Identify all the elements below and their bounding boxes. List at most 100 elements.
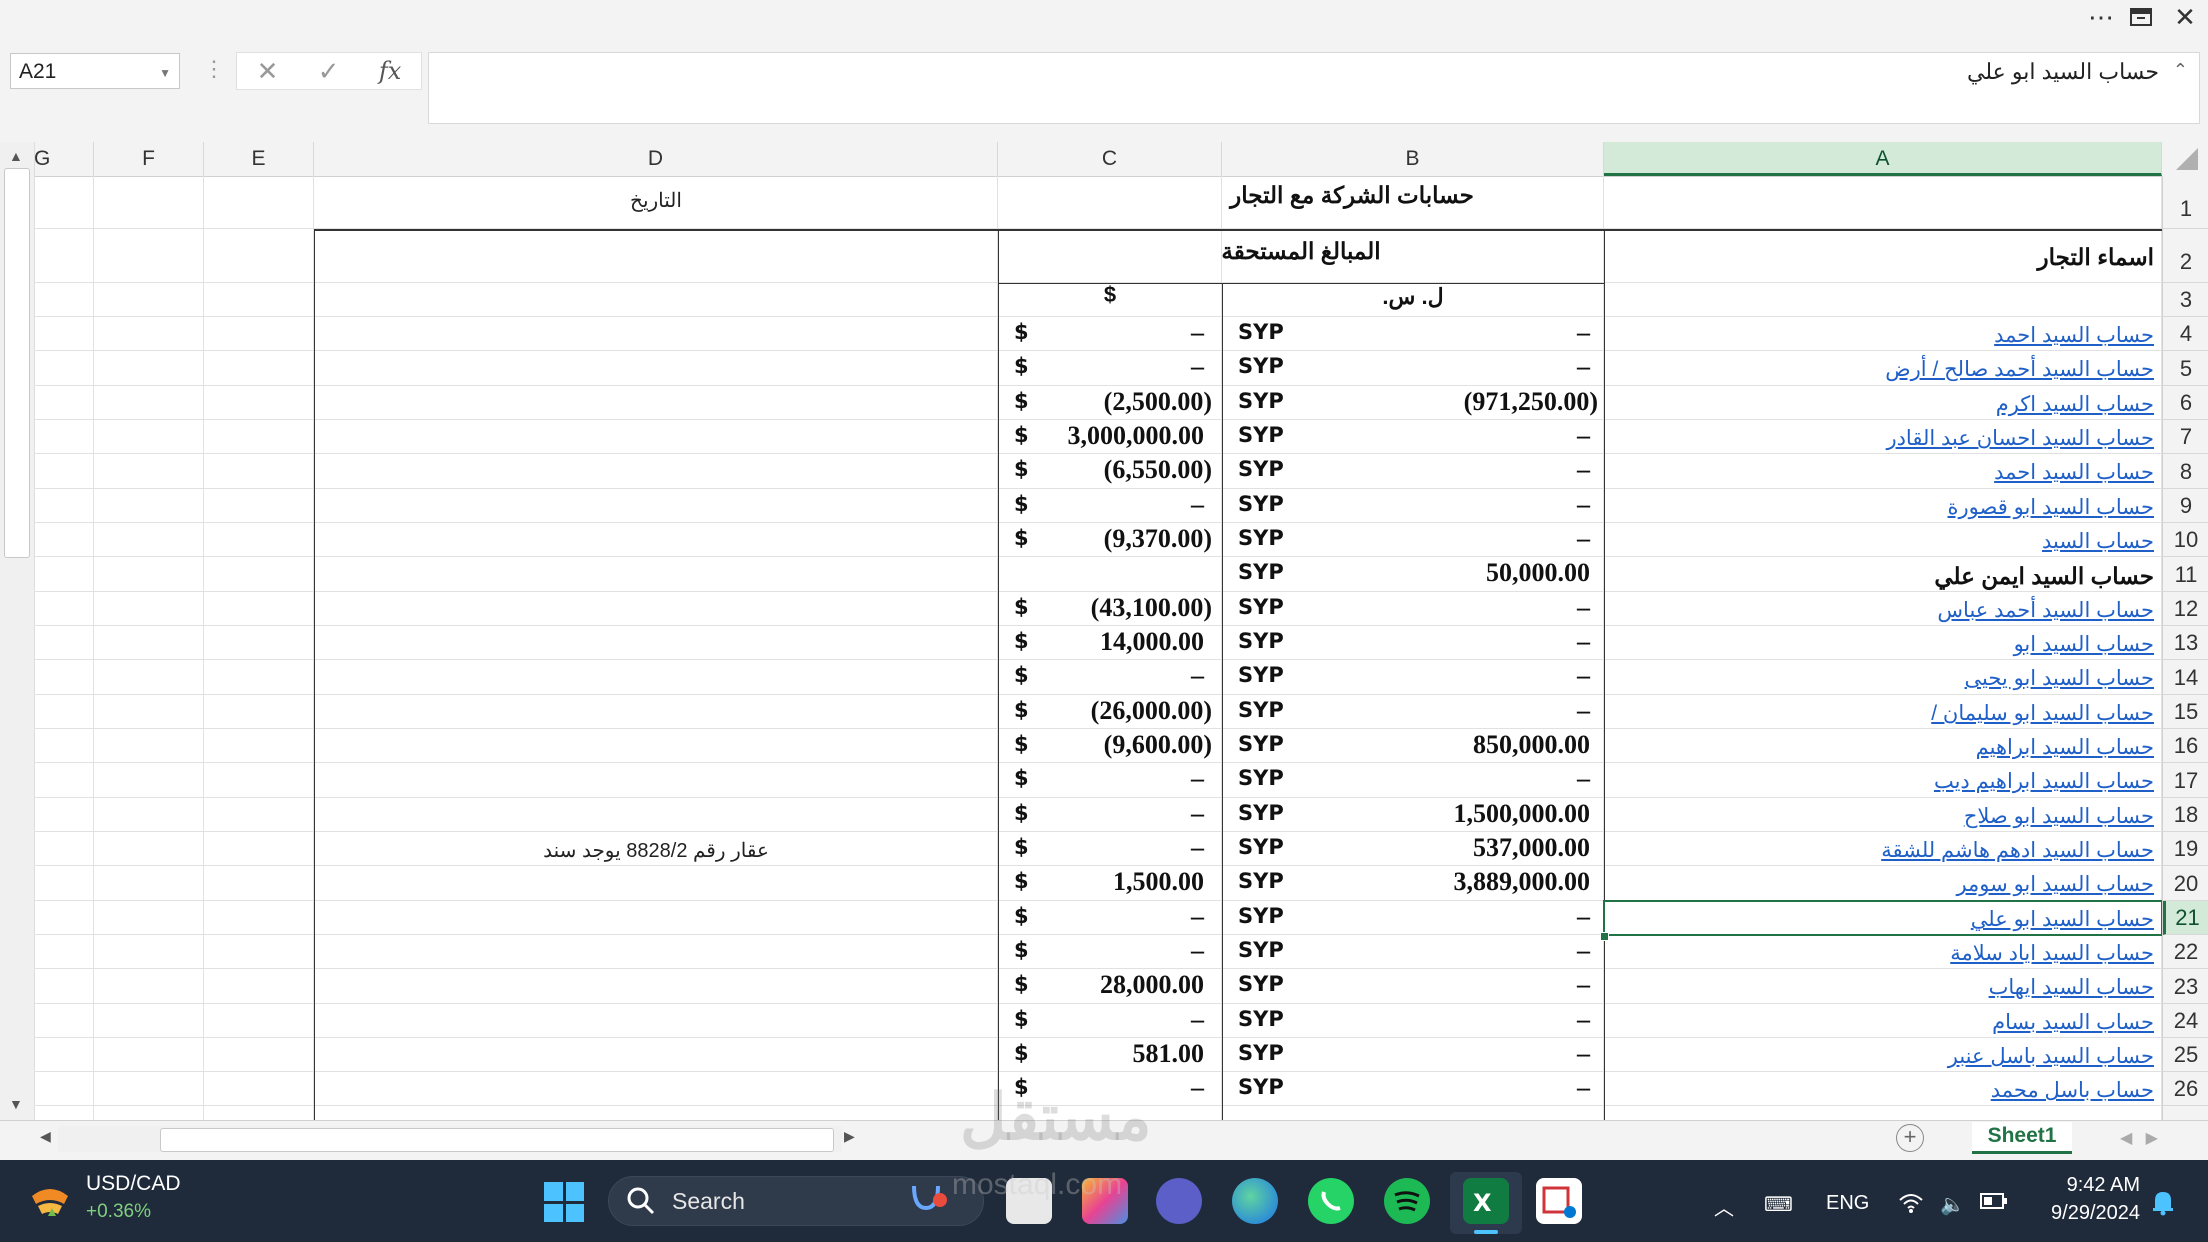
scroll-right-icon[interactable]: ▶ — [844, 1128, 855, 1145]
row-header-26[interactable]: 26 — [2163, 1072, 2208, 1106]
syp-amount[interactable]: – — [1322, 421, 1590, 451]
whatsapp-icon[interactable] — [1308, 1178, 1354, 1224]
syp-amount[interactable]: 850,000.00 — [1322, 730, 1590, 760]
trader-name[interactable]: حساب السيد ابراهيم — [1604, 735, 2154, 760]
row-header-4[interactable]: 4 — [2163, 317, 2208, 351]
syp-amount[interactable]: – — [1322, 1073, 1590, 1103]
usd-amount[interactable]: 581.00 — [1038, 1039, 1205, 1069]
row-header-2[interactable]: 2 — [2163, 229, 2208, 283]
row-header-23[interactable]: 23 — [2163, 969, 2208, 1004]
weather-widget-icon[interactable] — [28, 1178, 72, 1222]
syp-amount[interactable]: – — [1322, 627, 1590, 657]
trader-name[interactable]: حساب باسل محمد — [1604, 1078, 2154, 1103]
property-note[interactable]: عقار رقم 8828/2 يوجد سند — [314, 838, 998, 863]
collapse-formula-icon[interactable]: ⌃ — [2173, 60, 2188, 81]
snipping-tool-icon[interactable] — [1536, 1178, 1582, 1224]
row-header-13[interactable]: 13 — [2163, 626, 2208, 660]
spreadsheet-grid[interactable]: حسابات الشركة مع التجار التاريخ اسماء التج… — [34, 176, 2162, 1120]
scroll-up-icon[interactable]: ▲ — [9, 148, 23, 164]
syp-amount[interactable]: – — [1322, 902, 1590, 932]
windows-start-icon[interactable] — [544, 1182, 584, 1222]
chevron-up-icon[interactable]: ︿ — [1714, 1192, 1734, 1221]
fill-handle[interactable] — [1600, 932, 1609, 941]
usd-amount[interactable]: – — [1038, 936, 1204, 966]
trader-name[interactable]: حساب السيد اكرم — [1604, 392, 2154, 417]
scroll-left-icon[interactable]: ◀ — [40, 1128, 51, 1145]
row-header-10[interactable]: 10 — [2163, 523, 2208, 557]
column-header-d[interactable]: D — [314, 142, 998, 176]
row-header-19[interactable]: 19 — [2163, 832, 2208, 866]
syp-amount[interactable]: – — [1322, 490, 1590, 520]
usd-amount[interactable]: (9,370.00) — [1038, 524, 1212, 554]
trader-name[interactable]: حساب السيد — [1604, 529, 2154, 554]
trader-name[interactable]: حساب السيد باسل عنبر — [1604, 1044, 2154, 1069]
column-header-e[interactable]: E — [204, 142, 314, 176]
column-header-f[interactable]: F — [94, 142, 204, 176]
trader-name[interactable]: حساب السيد ايمن علي — [1604, 563, 2154, 590]
column-header-g[interactable]: G — [34, 142, 94, 176]
row-header-24[interactable]: 24 — [2163, 1004, 2208, 1038]
trader-name[interactable]: حساب السيد أحمد عباس — [1604, 598, 2154, 623]
notification-bell-icon[interactable] — [2150, 1188, 2176, 1222]
usd-amount[interactable]: (9,600.00) — [1038, 730, 1212, 760]
trader-name[interactable]: حساب السيد ابو سومر — [1604, 872, 2154, 897]
trader-name[interactable]: حساب السيد احمد — [1604, 460, 2154, 485]
stethoscope-widget-icon[interactable] — [906, 1178, 952, 1224]
syp-amount[interactable]: 537,000.00 — [1322, 833, 1590, 863]
sheet-nav-arrows-icon[interactable]: ◀ ▶ — [2120, 1128, 2158, 1148]
select-all-corner[interactable] — [2162, 142, 2208, 176]
spotify-icon[interactable] — [1384, 1178, 1430, 1224]
syp-amount[interactable]: – — [1322, 764, 1590, 794]
edge-browser-icon[interactable] — [1232, 1178, 1278, 1224]
trader-name[interactable]: حساب السيد ابو سليمان / — [1604, 701, 2154, 726]
cancel-icon[interactable]: ✕ — [257, 56, 279, 87]
usd-amount[interactable]: 3,000,000.00 — [1038, 421, 1205, 451]
trader-name[interactable]: حساب السيد احمد — [1604, 323, 2154, 348]
chevron-down-icon[interactable]: ▼ — [159, 66, 171, 80]
syp-amount[interactable]: – — [1322, 593, 1590, 623]
syp-amount[interactable]: – — [1322, 970, 1590, 1000]
battery-icon[interactable] — [1980, 1192, 2008, 1216]
row-header-20[interactable]: 20 — [2163, 866, 2208, 901]
close-icon[interactable]: ✕ — [2162, 2, 2208, 32]
trader-name[interactable]: حساب السيد ابو صلاح — [1604, 804, 2154, 829]
row-header-12[interactable]: 12 — [2163, 592, 2208, 626]
syp-amount[interactable]: – — [1322, 696, 1590, 726]
row-header-5[interactable]: 5 — [2163, 351, 2208, 386]
trader-name[interactable]: حساب السيد ابو — [1604, 632, 2154, 657]
row-header-15[interactable]: 15 — [2163, 695, 2208, 729]
row-header-16[interactable]: 16 — [2163, 729, 2208, 763]
excel-icon[interactable]: X — [1463, 1178, 1509, 1224]
syp-amount[interactable]: – — [1322, 524, 1590, 554]
horizontal-scrollbar[interactable]: ◀ ▶ — [36, 1126, 864, 1152]
row-header-1[interactable]: 1 — [2163, 176, 2208, 229]
syp-amount[interactable]: – — [1322, 455, 1590, 485]
column-header-c[interactable]: C — [998, 142, 1222, 176]
usd-amount[interactable]: – — [1038, 1005, 1204, 1035]
syp-amount[interactable]: 3,889,000.00 — [1322, 867, 1591, 897]
teams-icon[interactable] — [1156, 1178, 1202, 1224]
usd-amount[interactable]: (43,100.00) — [1038, 593, 1212, 623]
trader-name[interactable]: حساب السيد ادهم هاشم للشقة — [1604, 838, 2154, 863]
check-icon[interactable]: ✓ — [318, 56, 340, 87]
usd-amount[interactable]: 14,000.00 — [1038, 627, 1204, 657]
wifi-icon[interactable] — [1898, 1192, 1924, 1220]
usd-amount[interactable]: (6,550.00) — [1038, 455, 1212, 485]
name-box[interactable]: A21 ▼ — [10, 53, 180, 89]
syp-amount[interactable]: 1,500,000.00 — [1322, 799, 1591, 829]
usd-amount[interactable]: 1,500.00 — [1038, 867, 1204, 897]
usd-amount[interactable]: – — [1038, 318, 1204, 348]
trader-name[interactable]: حساب السيد احسان عبد القادر — [1604, 426, 2154, 451]
trader-name[interactable]: حساب السيد اياد سلامة — [1604, 941, 2154, 966]
row-header-17[interactable]: 17 — [2163, 763, 2208, 798]
row-header-21[interactable]: 21 — [2163, 901, 2208, 935]
column-header-a[interactable]: A — [1604, 142, 2162, 176]
usd-amount[interactable]: – — [1038, 799, 1204, 829]
row-header-18[interactable]: 18 — [2163, 798, 2208, 832]
vertical-scrollbar[interactable]: ▲ ▼ — [0, 142, 35, 1120]
row-header-8[interactable]: 8 — [2163, 454, 2208, 489]
volume-icon[interactable]: 🔈 — [1940, 1192, 1965, 1217]
syp-amount[interactable]: – — [1322, 661, 1590, 691]
insert-function-icon[interactable]: fx — [379, 57, 401, 85]
vertical-scroll-thumb[interactable] — [4, 168, 30, 558]
